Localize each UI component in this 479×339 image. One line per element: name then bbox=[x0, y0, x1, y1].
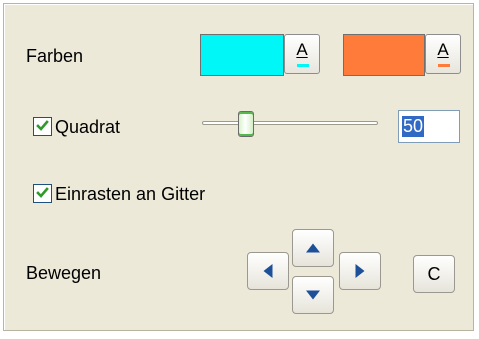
color-swatch-1[interactable] bbox=[200, 34, 284, 76]
size-slider-thumb[interactable] bbox=[238, 111, 254, 137]
text-color-letter: A bbox=[296, 40, 308, 59]
snap-checkbox[interactable] bbox=[33, 184, 52, 203]
size-input-value: 50 bbox=[402, 116, 425, 137]
move-left-button[interactable] bbox=[247, 252, 289, 290]
move-label: Bewegen bbox=[26, 263, 102, 283]
colors-label: Farben bbox=[26, 46, 84, 66]
text-color-button-1[interactable]: A bbox=[284, 34, 320, 74]
square-label: Quadrat bbox=[55, 117, 121, 137]
arrow-up-icon bbox=[306, 243, 320, 253]
move-right-button[interactable] bbox=[339, 252, 381, 290]
text-color-button-2[interactable]: A bbox=[425, 34, 461, 74]
color-picker-1: A bbox=[200, 34, 324, 76]
text-color-bar bbox=[297, 64, 309, 67]
size-input[interactable]: 50 bbox=[398, 110, 460, 143]
color-picker-2: A bbox=[343, 34, 467, 76]
move-up-button[interactable] bbox=[292, 229, 334, 267]
square-checkbox[interactable] bbox=[33, 117, 52, 136]
center-button[interactable]: C bbox=[413, 255, 455, 293]
arrow-down-icon bbox=[306, 290, 320, 300]
text-color-bar bbox=[438, 64, 450, 67]
snap-label: Einrasten an Gitter bbox=[55, 184, 206, 204]
checkmark-icon bbox=[36, 120, 49, 131]
color-swatch-2[interactable] bbox=[343, 34, 425, 76]
arrow-left-icon bbox=[263, 264, 273, 278]
arrow-right-icon bbox=[355, 264, 365, 278]
move-down-button[interactable] bbox=[292, 276, 334, 314]
size-slider-track[interactable] bbox=[202, 121, 378, 125]
checkmark-icon bbox=[36, 187, 49, 198]
text-color-letter: A bbox=[437, 40, 449, 59]
settings-panel: Farben A A Quadrat 50 Einrasten an Gitte… bbox=[3, 3, 474, 331]
